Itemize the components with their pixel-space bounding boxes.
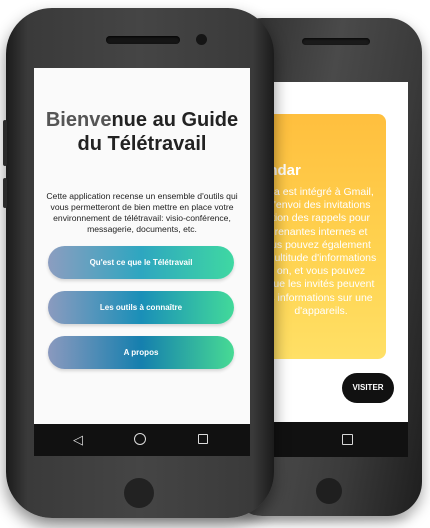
app-description: Cette application recense un ensemble d'… (46, 191, 238, 234)
back-triangle-icon[interactable]: ◁ (73, 432, 83, 448)
recent-apps-icon[interactable] (342, 434, 353, 445)
title-part-2: nue au Guide (111, 109, 239, 131)
nav-bar: ◁ (34, 424, 250, 456)
back-phone-nav-bar (260, 422, 408, 457)
back-phone-screen: endar da est intégré à Gmail, l'envoi de… (260, 82, 408, 457)
card-description: da est intégré à Gmail, l'envoi des invi… (265, 186, 377, 317)
front-phone: Bienvenue au Guide du Télétravail Cette … (3, 8, 274, 518)
volume-button (3, 120, 7, 166)
app-info-card: endar da est intégré à Gmail, l'envoi de… (260, 114, 386, 359)
visit-button[interactable]: VISITER (342, 373, 394, 403)
front-camera (196, 34, 207, 45)
tools-button[interactable]: Les outils à connaître (48, 291, 234, 324)
recent-square-icon[interactable] (198, 434, 208, 444)
back-phone-home-button (316, 478, 342, 504)
what-is-telework-button[interactable]: Qu'est ce que le Télétravail (48, 246, 234, 279)
home-circle-icon[interactable] (134, 433, 146, 445)
front-phone-screen: Bienvenue au Guide du Télétravail Cette … (34, 68, 250, 456)
title-line-2: du Télétravail (77, 133, 207, 155)
back-phone-speaker (302, 38, 370, 45)
front-phone-home-button (124, 478, 154, 508)
about-button[interactable]: A propos (48, 336, 234, 369)
power-button (3, 178, 7, 208)
title-part-1: Bienve (45, 109, 112, 131)
page-title: Bienvenue au Guide du Télétravail (34, 108, 250, 156)
front-phone-speaker (106, 36, 180, 44)
